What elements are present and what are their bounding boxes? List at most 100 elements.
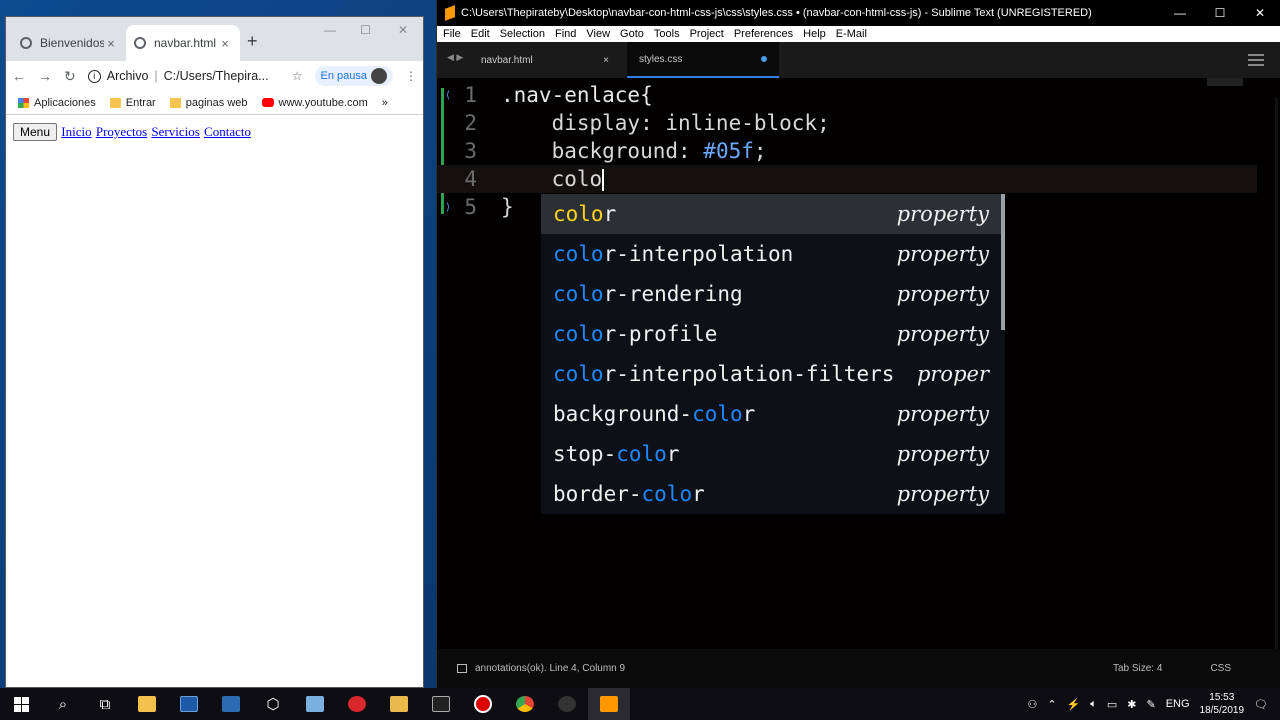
bluetooth-icon[interactable]: ✱	[1127, 698, 1136, 711]
reload-icon[interactable]: ↻	[64, 68, 76, 85]
code-hex-value: #05f	[703, 139, 754, 163]
new-tab-icon[interactable]: +	[247, 31, 258, 52]
info-icon[interactable]: i	[87, 69, 101, 83]
bookmark-paginas-web[interactable]: paginas web	[169, 96, 248, 109]
virtualbox-icon[interactable]	[294, 688, 336, 720]
people-icon[interactable]: ⚇	[1027, 698, 1037, 711]
syntax-selector[interactable]: CSS	[1210, 663, 1231, 674]
menu-file[interactable]: File	[443, 28, 461, 40]
autocomplete-item[interactable]: color property	[541, 194, 1005, 234]
app-v-icon[interactable]	[168, 688, 210, 720]
terminal-icon[interactable]	[420, 688, 462, 720]
close-window-icon[interactable]: ✕	[1240, 6, 1280, 20]
menu-email[interactable]: E-Mail	[836, 28, 867, 40]
menu-edit[interactable]: Edit	[471, 28, 490, 40]
task-view-icon[interactable]: ⧉	[84, 688, 126, 720]
mega-icon[interactable]	[336, 688, 378, 720]
menu-goto[interactable]: Goto	[620, 28, 644, 40]
menu-help[interactable]: Help	[803, 28, 826, 40]
close-icon[interactable]: ×	[104, 36, 118, 51]
back-icon[interactable]: ←	[12, 68, 26, 84]
tab-navbar-html[interactable]: navbar.html ×	[469, 42, 621, 78]
pen-icon[interactable]: ✎	[1146, 698, 1155, 711]
menu-button[interactable]: Menu	[13, 123, 58, 141]
search-icon[interactable]: ⌕	[42, 688, 84, 720]
modified-dot-icon[interactable]	[761, 56, 767, 62]
menu-preferences[interactable]: Preferences	[734, 28, 793, 40]
more-bookmarks-icon[interactable]: »	[382, 97, 388, 109]
menu-tools[interactable]: Tools	[654, 28, 680, 40]
network-icon[interactable]: ⚡	[1067, 698, 1081, 711]
folder-icon	[169, 97, 181, 108]
nav-link-proyectos[interactable]: Proyectos	[96, 124, 147, 139]
completion-match: colo	[553, 322, 604, 346]
menu-project[interactable]: Project	[690, 28, 724, 40]
autocomplete-item[interactable]: color-profile property	[541, 314, 1005, 354]
bookmark-aplicaciones[interactable]: Aplicaciones	[18, 97, 96, 109]
3d-box-icon[interactable]: ⬡	[252, 688, 294, 720]
panel-toggle-icon[interactable]	[457, 664, 467, 673]
hamburger-menu-icon[interactable]	[1248, 54, 1264, 69]
vertical-scrollbar[interactable]	[1275, 98, 1278, 658]
nav-link-inicio[interactable]: Inicio	[61, 124, 91, 139]
paused-label: En pausa	[320, 70, 367, 82]
battery-icon[interactable]: ▭	[1107, 698, 1117, 711]
chevron-up-icon[interactable]: ⌃	[1047, 698, 1056, 711]
autocomplete-item[interactable]: background-color property	[541, 394, 1005, 434]
nav-link-servicios[interactable]: Servicios	[151, 124, 199, 139]
completion-suffix: r	[603, 202, 617, 226]
windows-logo-icon	[13, 696, 29, 712]
minimize-icon[interactable]: —	[324, 23, 336, 37]
clock-time: 15:53	[1209, 692, 1235, 703]
clock[interactable]: 15:53 18/5/2019	[1200, 691, 1245, 717]
tab-nav-arrows-icon[interactable]: ◀ ▶	[447, 52, 463, 63]
app-blue-icon[interactable]	[210, 688, 252, 720]
record-icon[interactable]	[462, 688, 504, 720]
address-bar[interactable]: i Archivo | C:/Users/Thepira...	[87, 64, 280, 88]
chrome-icon[interactable]	[504, 688, 546, 720]
tab-size-selector[interactable]: Tab Size: 4	[1113, 663, 1162, 674]
chrome-tab-bienvenidos[interactable]: Bienvenidos ×	[12, 25, 126, 61]
sublime-taskbar-icon[interactable]	[588, 688, 630, 720]
app-a-icon[interactable]	[546, 688, 588, 720]
menu-find[interactable]: Find	[555, 28, 576, 40]
autocomplete-item[interactable]: color-rendering property	[541, 274, 1005, 314]
autocomplete-item[interactable]: color-interpolation-filters proper	[541, 354, 1005, 394]
file-explorer-icon[interactable]	[126, 688, 168, 720]
autocomplete-scrollbar[interactable]	[1001, 194, 1005, 330]
menu-view[interactable]: View	[586, 28, 610, 40]
code-line-current: 4 colo	[437, 165, 1257, 193]
nav-link-contacto[interactable]: Contacto	[204, 124, 251, 139]
bookmark-label: paginas web	[185, 96, 248, 109]
notifications-icon[interactable]: 🗨︎	[1254, 698, 1268, 711]
completion-prefix: border-	[553, 482, 642, 506]
language-indicator[interactable]: ENG	[1166, 698, 1190, 710]
autocomplete-item[interactable]: color-interpolation property	[541, 234, 1005, 274]
close-icon[interactable]: ×	[603, 55, 609, 66]
minimize-icon[interactable]: —	[1160, 6, 1200, 20]
globe-icon	[20, 37, 32, 49]
close-icon[interactable]: ×	[218, 36, 232, 51]
volume-icon[interactable]: 🔈︎	[1090, 698, 1097, 711]
bookmark-entrar[interactable]: Entrar	[109, 97, 156, 109]
tab-styles-css[interactable]: styles.css	[627, 42, 779, 78]
maximize-icon[interactable]: ☐	[360, 23, 371, 37]
star-icon[interactable]: ☆	[292, 69, 303, 83]
fold-icon[interactable]: ⟩	[445, 202, 451, 213]
autocomplete-item[interactable]: border-color property	[541, 474, 1005, 514]
chrome-tab-navbar[interactable]: navbar.html ×	[126, 25, 240, 61]
maximize-icon[interactable]: ☐	[1200, 6, 1240, 20]
folder-app-icon[interactable]	[378, 688, 420, 720]
bookmark-youtube[interactable]: www.youtube.com	[261, 97, 368, 109]
close-window-icon[interactable]: ✕	[398, 23, 408, 37]
forward-icon[interactable]: →	[38, 68, 52, 84]
typed-text: colo	[501, 167, 603, 191]
start-button[interactable]	[0, 688, 42, 720]
menu-selection[interactable]: Selection	[500, 28, 545, 40]
completion-kind: property	[896, 402, 989, 426]
tab-title: navbar.html	[154, 36, 217, 50]
kebab-menu-icon[interactable]: ⋮	[405, 69, 417, 83]
fold-icon[interactable]: ⟨	[445, 90, 451, 101]
paused-badge[interactable]: En pausa	[314, 66, 393, 86]
autocomplete-item[interactable]: stop-color property	[541, 434, 1005, 474]
